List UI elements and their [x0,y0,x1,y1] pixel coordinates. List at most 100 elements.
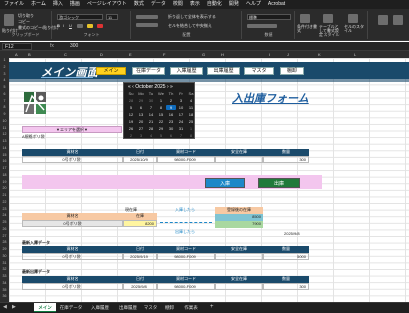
recent-out-cell-1[interactable]: 2025/9/8 [123,283,157,290]
align-top-icon[interactable] [136,15,158,19]
row-header-5[interactable]: 5 [0,85,9,89]
conditional-format-icon[interactable] [300,14,310,23]
row-header-30[interactable]: 30 [0,254,9,258]
row-header-32[interactable]: 32 [0,267,9,271]
calendar-day[interactable]: 24 [176,119,186,124]
calendar-day[interactable]: 7 [176,133,186,138]
sheet-tab-4[interactable]: マスタ [142,303,159,312]
column-header-E[interactable]: E [129,51,132,58]
menu-item-9[interactable]: 自動化 [207,0,222,9]
sheet-tab-6[interactable]: 作業表 [180,303,202,312]
calendar-day[interactable]: 4 [186,98,196,103]
stock-out-button[interactable]: 出庫 [258,178,300,188]
recent-in-cell-4[interactable]: 5000 [263,253,309,260]
row-header-21[interactable]: 21 [0,193,9,197]
column-header-D[interactable]: D [100,51,103,58]
row-header-7[interactable]: 7 [0,99,9,103]
calendar-day[interactable]: 1 [156,98,166,103]
calendar-prev-month-icon[interactable]: ‹ [132,84,134,90]
main-table-cell-3[interactable] [215,156,263,163]
menu-item-2[interactable]: 挿入 [53,0,63,9]
row-header-11[interactable]: 11 [0,126,9,130]
column-header-K[interactable]: K [318,51,321,58]
column-header-A[interactable]: A [15,51,18,58]
row-header-31[interactable]: 31 [0,261,9,265]
row-header-13[interactable]: 13 [0,139,9,143]
tab-scroll-left-icon[interactable]: ◀ [3,304,7,310]
nav-button-0[interactable]: メイン [96,67,126,75]
row-header-6[interactable]: 6 [0,92,9,96]
row-header-9[interactable]: 9 [0,112,9,116]
calendar-day[interactable]: 11 [186,105,196,110]
main-table-cell-1[interactable]: 2025/10/9 [123,156,157,163]
fx-icon[interactable]: fx [50,43,54,50]
recent-in-cell-2[interactable]: 98000-F009 [157,253,215,260]
calendar-day[interactable]: 2 [166,98,176,103]
menu-item-4[interactable]: ページレイアウト [87,0,127,9]
row-header-20[interactable]: 20 [0,186,9,190]
italic-button[interactable]: I [63,23,64,28]
calendar-day[interactable]: 14 [146,112,156,117]
calendar-day[interactable]: 5 [126,105,136,110]
stock-in-button[interactable]: 入庫 [205,178,245,188]
column-header-C[interactable]: C [64,51,67,58]
main-table-cell-4[interactable]: 300 [263,156,309,163]
row-header-16[interactable]: 16 [0,159,9,163]
calendar-next-month-icon[interactable]: › [167,84,169,90]
row-header-12[interactable]: 12 [0,132,9,136]
menu-item-7[interactable]: 校閲 [173,0,183,9]
calendar-day[interactable]: 29 [136,98,146,103]
font-color-icon[interactable] [97,24,103,28]
underline-button[interactable]: U [69,23,72,28]
menu-item-5[interactable]: 数式 [134,0,144,9]
row-header-17[interactable]: 17 [0,166,9,170]
row-header-2[interactable]: 2 [0,65,9,69]
wrap-text-button[interactable]: 折り返して全体を表示する [168,14,216,20]
calendar-day[interactable]: 22 [156,119,166,124]
row-header-28[interactable]: 28 [0,240,9,244]
row-header-23[interactable]: 23 [0,207,9,211]
menu-item-6[interactable]: データ [151,0,166,9]
recent-in-cell-3[interactable] [215,253,263,260]
calendar-day[interactable]: 10 [176,105,186,110]
calendar-day[interactable]: 23 [166,119,176,124]
tab-scroll-right-icon[interactable]: ▶ [12,304,16,310]
calendar-day[interactable]: 30 [166,126,176,131]
align-left-icon[interactable] [136,23,158,27]
column-header-J[interactable]: J [287,51,289,58]
calendar-day[interactable]: 7 [146,105,156,110]
calendar-day[interactable]: 30 [146,98,156,103]
calendar-day[interactable]: 3 [176,98,186,103]
sort-filter-icon[interactable] [393,15,403,25]
calendar-day[interactable]: 16 [166,112,176,117]
nav-button-3[interactable]: 出庫履歴 [207,67,240,75]
calendar-day[interactable]: 6 [136,105,146,110]
name-box[interactable]: F12 [2,43,32,50]
menu-item-0[interactable]: ファイル [4,0,24,9]
row-header-34[interactable]: 34 [0,281,9,285]
calendar-day[interactable]: 27 [136,126,146,131]
calendar-day[interactable]: 3 [136,133,146,138]
menu-item-12[interactable]: Acrobat [268,0,285,9]
row-header-25[interactable]: 25 [0,220,9,224]
font-name-select[interactable]: 游ゴシック [57,14,103,20]
column-header-B[interactable]: B [28,51,31,58]
calendar-day[interactable]: 17 [176,112,186,117]
nav-button-2[interactable]: 入庫履歴 [170,67,203,75]
column-header-L[interactable]: L [354,51,356,58]
calendar-day[interactable]: 15 [156,112,166,117]
number-format-select[interactable]: 標準 [247,14,291,20]
row-header-4[interactable]: 4 [0,78,9,82]
menu-item-10[interactable]: 開発 [229,0,239,9]
sheet-tab-0[interactable]: メイン [34,303,56,312]
column-header-H[interactable]: H [221,51,224,58]
calendar-day[interactable]: 13 [136,112,146,117]
calendar-day[interactable]: 5 [156,133,166,138]
row-header-24[interactable]: 24 [0,213,9,217]
calendar-day[interactable]: 4 [146,133,156,138]
calendar-day[interactable]: 26 [126,126,136,131]
paste-icon[interactable] [4,14,14,26]
row-header-35[interactable]: 35 [0,288,9,292]
row-header-19[interactable]: 19 [0,180,9,184]
calendar-day[interactable]: 21 [146,119,156,124]
